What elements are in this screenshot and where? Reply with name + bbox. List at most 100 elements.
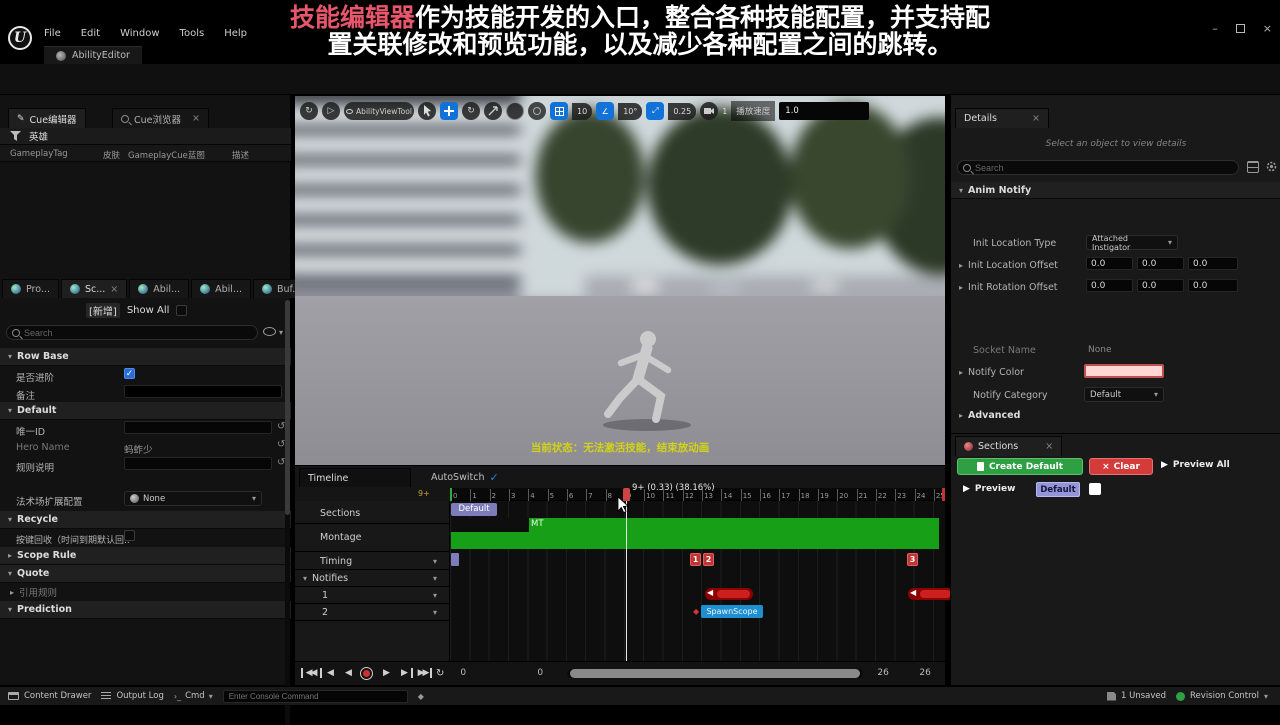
chevron-down-icon[interactable]: ▾ <box>433 574 437 583</box>
chevron-down-icon[interactable]: ▾ <box>433 557 437 566</box>
display-filter-icon[interactable] <box>1247 161 1259 173</box>
preview-button[interactable]: ▶ Preview <box>963 484 1015 494</box>
rotate-tool-icon[interactable]: ↻ <box>462 102 480 120</box>
socket-name-value[interactable]: None <box>1088 345 1111 355</box>
close-icon[interactable]: × <box>1032 113 1040 124</box>
camera-speed-icon[interactable] <box>700 102 718 120</box>
section-row-base[interactable]: ▾Row Base <box>0 348 291 366</box>
details-tab[interactable]: Details × <box>955 108 1049 128</box>
init-location-offset-x[interactable]: 0.0 <box>1086 257 1133 270</box>
spawnscope-tag[interactable]: SpawnScope <box>701 605 763 618</box>
init-location-offset-z[interactable]: 0.0 <box>1188 257 1238 270</box>
scale-tool-icon[interactable] <box>484 102 502 120</box>
step-forward-button[interactable]: ▶ <box>396 668 413 678</box>
col-cue-blueprint[interactable]: GameplayCue蓝图 <box>128 149 205 161</box>
init-rotation-offset-y[interactable]: 0.0 <box>1137 279 1184 292</box>
props-search-input[interactable] <box>24 328 252 338</box>
row-notifies-label[interactable]: Notifies <box>312 573 348 584</box>
unique-id-input[interactable] <box>124 421 272 434</box>
row-track1-label[interactable]: 1 <box>322 590 328 601</box>
to-end-button[interactable]: ▶▶ <box>415 668 432 678</box>
section-anim-notify[interactable]: ▾Anim Notify <box>951 182 1280 199</box>
col-description[interactable]: 描述 <box>232 149 249 161</box>
content-drawer-button[interactable]: Content Drawer <box>8 691 91 701</box>
section-prediction[interactable]: ▾Prediction <box>0 601 291 619</box>
timing-marker-2[interactable]: 2 <box>703 553 714 566</box>
viewport[interactable]: 当前状态：无法激活技能，结束放动画 ↻ ▷ AbilityViewTool ↻ … <box>295 96 945 465</box>
play-speed-input[interactable]: 1.0 <box>779 102 869 120</box>
remark-input[interactable] <box>124 385 282 398</box>
timing-marker-1[interactable]: 1 <box>690 553 701 566</box>
minimize-icon[interactable]: – <box>1212 22 1218 35</box>
chevron-down-icon[interactable]: ▾ <box>279 328 283 337</box>
details-search-input[interactable] <box>975 163 1233 173</box>
grid-snap-icon[interactable] <box>550 102 568 120</box>
cmd-selector[interactable]: ›_ Cmd ▾ <box>174 691 213 701</box>
chevron-down-icon[interactable]: ▾ <box>433 608 437 617</box>
eye-icon[interactable] <box>263 327 276 336</box>
timing-marker-3[interactable]: 3 <box>907 553 918 566</box>
close-icon[interactable]: × <box>1263 22 1272 35</box>
montage-bar[interactable]: MT <box>451 518 939 549</box>
timeline-tab[interactable]: Timeline <box>299 468 411 487</box>
section-color-swatch[interactable] <box>1089 483 1101 495</box>
frame-pct-value[interactable]: 0 <box>537 668 565 678</box>
create-default-button[interactable]: Create Default <box>957 458 1083 475</box>
show-all-checkbox[interactable] <box>176 305 187 316</box>
row-timing-label[interactable]: Timing <box>320 556 352 567</box>
camera-speed-value[interactable]: 1 <box>722 107 727 116</box>
timeline-scrollbar[interactable] <box>567 669 863 678</box>
viewport-options-icon[interactable]: ↻ <box>300 102 318 120</box>
record-button[interactable] <box>360 667 373 680</box>
tab-cue-browser[interactable]: Cue浏览器 × <box>112 108 209 128</box>
col-gameplaytag[interactable]: GameplayTag <box>10 149 68 159</box>
props-search[interactable] <box>6 325 258 340</box>
row-montage-label[interactable]: Montage <box>320 532 361 543</box>
preview-character[interactable] <box>595 326 691 432</box>
grid-snap-value[interactable]: 10 <box>572 103 592 120</box>
world-space-icon[interactable] <box>506 102 524 120</box>
loop-button[interactable]: ↻ <box>436 668 444 679</box>
unreal-logo-icon[interactable]: U <box>8 26 32 50</box>
is-advanced-checkbox[interactable]: ✓ <box>124 368 135 379</box>
init-rotation-offset-x[interactable]: 0.0 <box>1086 279 1133 292</box>
notify-color-swatch[interactable] <box>1084 364 1164 378</box>
notify-category-dropdown[interactable]: Default ▾ <box>1084 387 1164 402</box>
section-scope-rule[interactable]: ▸Scope Rule <box>0 547 291 565</box>
timing-left-tag[interactable] <box>451 553 459 566</box>
scale-snap-icon[interactable]: ⤢ <box>646 102 664 120</box>
caret-down-icon[interactable]: ▾ <box>303 574 307 583</box>
range-end-value[interactable]: 26 <box>877 668 917 678</box>
tab-abil-2[interactable]: Abil... <box>191 279 251 298</box>
console-diamond-icon[interactable]: ◆ <box>418 692 424 701</box>
tab-sc[interactable]: Sc...× <box>61 279 127 298</box>
caret-right-icon[interactable]: ▸ <box>959 261 963 270</box>
angle-snap-value[interactable]: 10° <box>618 103 642 120</box>
move-tool-icon[interactable] <box>440 102 458 120</box>
quote-rule-row[interactable]: ▸引用规则 <box>10 585 57 599</box>
details-search[interactable] <box>957 160 1239 175</box>
init-location-type-dropdown[interactable]: Attached Instigator ▾ <box>1086 235 1178 250</box>
section-default[interactable]: ▾Default <box>0 402 291 420</box>
key-recycle-checkbox[interactable] <box>124 530 135 541</box>
perspective-icon[interactable]: ▷ <box>322 102 340 120</box>
tab-pro[interactable]: Pro... <box>2 279 59 298</box>
tab-cue-editor[interactable]: ✎ Cue编辑器 <box>8 108 86 128</box>
section-default-tag[interactable]: Default <box>451 503 497 516</box>
hero-name-value[interactable]: 蚂蚱少 <box>124 442 153 456</box>
default-section-button[interactable]: Default <box>1036 482 1080 497</box>
output-log-button[interactable]: Output Log <box>101 691 163 701</box>
notify-bar-2[interactable]: ◀ <box>908 588 954 600</box>
select-tool-icon[interactable] <box>418 102 436 120</box>
tab-abil-1[interactable]: Abil... <box>129 279 189 298</box>
menu-file[interactable]: File <box>44 28 61 39</box>
step-back-button[interactable]: ◀ <box>320 668 337 678</box>
col-skin[interactable]: 皮肤 <box>103 149 120 161</box>
chevron-down-icon[interactable]: ▾ <box>433 591 437 600</box>
left-panel-scrollbar[interactable] <box>285 300 290 725</box>
caret-right-icon[interactable]: ▸ <box>959 283 963 292</box>
menu-tools[interactable]: Tools <box>180 28 205 39</box>
angle-snap-icon[interactable]: ∠ <box>596 102 614 120</box>
new-button[interactable]: [新增] <box>86 303 120 318</box>
preview-all-button[interactable]: ▶ Preview All <box>1161 460 1230 470</box>
